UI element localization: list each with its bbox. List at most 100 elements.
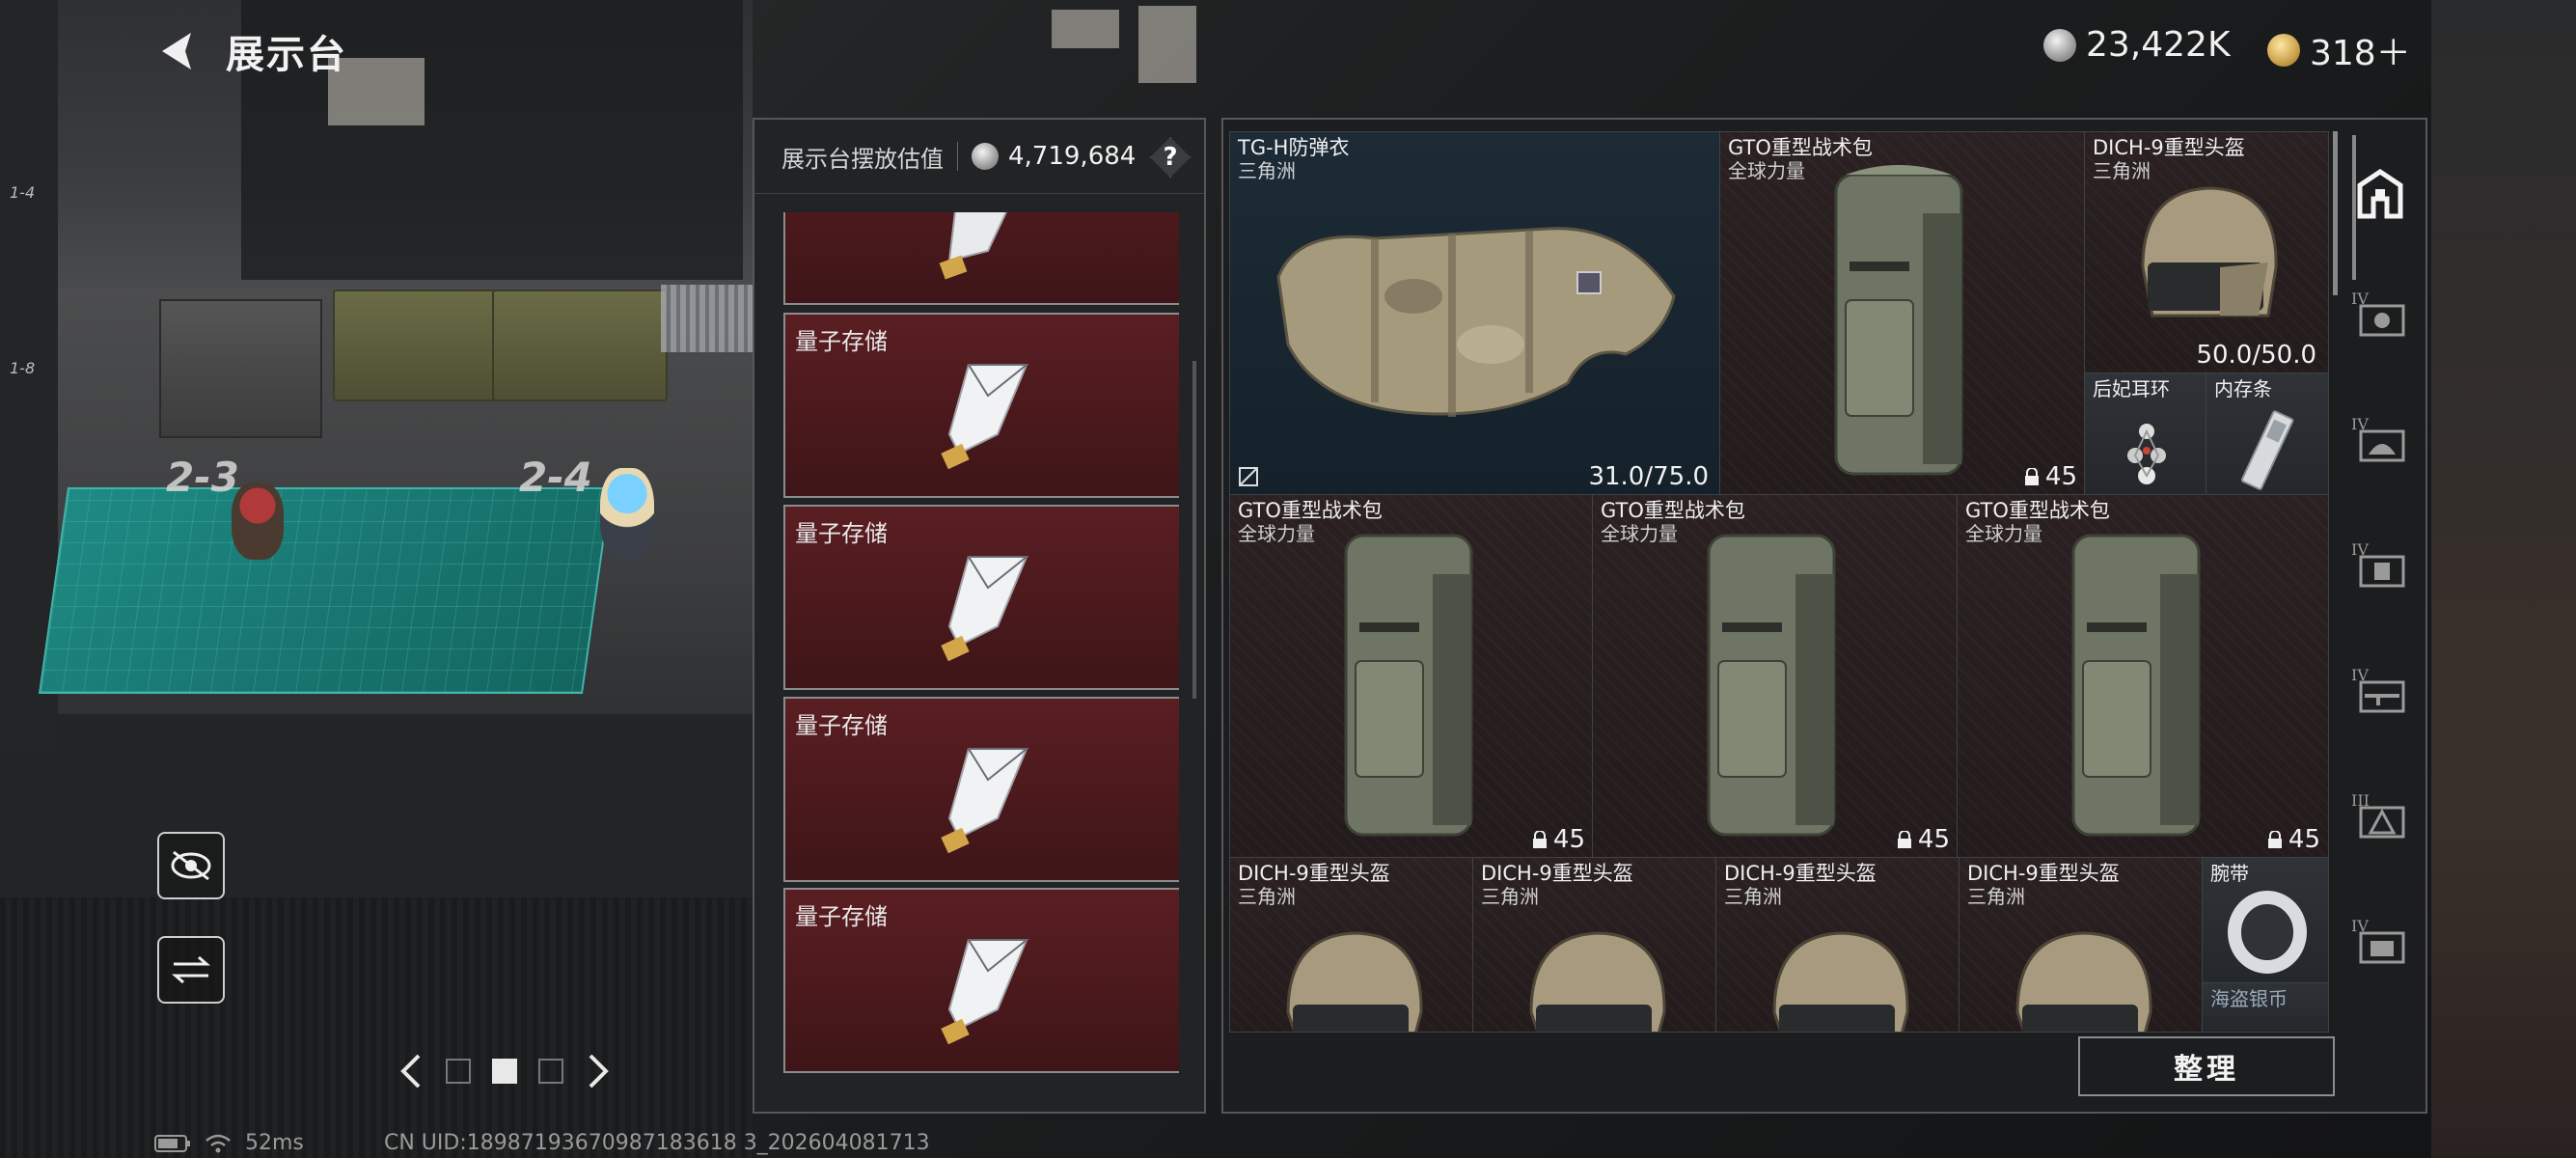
tier-weapon-icon: IV (2351, 666, 2405, 713)
item-name: 量子存储 (795, 328, 888, 355)
wristband-icon (2228, 891, 2307, 974)
item-source: 三角洲 (1238, 885, 1296, 908)
figurine[interactable] (600, 468, 654, 560)
swap-arrows-icon (172, 955, 210, 984)
durability-text: 31.0/75.0 (1588, 462, 1709, 491)
inventory-item-wristband[interactable]: 腕带 (2202, 857, 2329, 984)
earring-icon (2127, 424, 2166, 484)
inventory-item-helmet[interactable]: DICH-9重型头盔 三角洲 (1715, 857, 1960, 1033)
quantum-storage-icon (941, 939, 1029, 1045)
rail-tier-item[interactable]: IV (2344, 405, 2416, 477)
figurine[interactable] (232, 482, 284, 560)
gold-amount[interactable]: 318＋ (2310, 25, 2411, 75)
inventory-scrollbar[interactable] (2333, 131, 2338, 295)
help-button[interactable]: ? (1150, 137, 1191, 178)
inventory-panel: TG-H防弹衣 三角洲 31.0/75.0 GTO重型战术包 全球力量 45 D… (1221, 118, 2427, 1114)
list-item[interactable]: 量子存储 (783, 313, 1179, 498)
backpack-icon (1707, 534, 1836, 837)
quantum-storage-icon (941, 556, 1029, 662)
item-name: 海盗银币 (2210, 987, 2288, 1010)
rail-scrollbar[interactable] (2352, 135, 2356, 280)
scene-right-backdrop (2431, 0, 2576, 1158)
prev-page-icon[interactable] (396, 1052, 425, 1090)
inventory-item-memory[interactable]: 内存条 (2206, 372, 2329, 496)
next-page-icon[interactable] (585, 1052, 614, 1090)
shelf-label: 1-4 (10, 183, 36, 202)
backpack-icon (1344, 534, 1473, 837)
eye-icon (171, 850, 211, 881)
tier-helmet-icon: IV (2351, 415, 2405, 462)
ammo-crate (492, 290, 668, 401)
list-item[interactable]: 量子存储 (783, 888, 1179, 1073)
page-indicator (396, 1052, 614, 1090)
helmet-icon (1772, 931, 1909, 1032)
gold-coin-icon (2267, 34, 2300, 67)
page-title: 展示台 (226, 33, 347, 77)
page-dot[interactable] (446, 1059, 471, 1084)
swap-button[interactable] (157, 936, 225, 1004)
drawer-cabinet (159, 299, 322, 438)
quantum-storage-icon (941, 748, 1029, 854)
uid-text: CN UID:18987193670987183618 3_2026040817… (384, 1131, 930, 1155)
capacity-icon (1532, 831, 1547, 848)
slot-label: 2-4 (519, 454, 592, 501)
inventory-item-backpack[interactable]: GTO重型战术包 全球力量 45 (1719, 131, 2086, 496)
item-source: 三角洲 (1481, 885, 1539, 908)
capacity-icon (2267, 831, 2282, 848)
scrollbar[interactable] (1192, 361, 1196, 699)
durability-text: 50.0/50.0 (2196, 341, 2316, 370)
inventory-item-earring[interactable]: 后妃耳环 (2084, 372, 2207, 496)
rail-tier-item[interactable]: IV (2344, 907, 2416, 979)
rail-tier-item[interactable]: IV (2344, 656, 2416, 728)
estimate-value: 4,719,684 (1008, 142, 1137, 171)
battery-icon (154, 1134, 190, 1152)
status-bar: 52ms (154, 1131, 304, 1155)
rail-tier-item[interactable]: III (2344, 782, 2416, 853)
pegboard (661, 285, 753, 352)
inventory-item-backpack[interactable]: GTO重型战术包 全球力量 45 (1229, 494, 1594, 859)
gold-currency[interactable]: 318＋ (2267, 25, 2411, 75)
capacity-badge: 45 (2267, 825, 2320, 854)
rail-tier-item[interactable]: IV (2344, 280, 2416, 351)
helmet-icon (1529, 931, 1666, 1032)
item-source: 全球力量 (1601, 522, 1678, 545)
inventory-item-helmet[interactable]: DICH-9重型头盔 三角洲 (1959, 857, 2204, 1033)
view-toggle-button[interactable] (157, 832, 225, 899)
page-dot[interactable] (538, 1059, 563, 1084)
divider (957, 142, 958, 171)
item-name: DICH-9重型头盔 (1967, 862, 2120, 885)
inventory-item-backpack[interactable]: GTO重型战术包 全球力量 45 (1957, 494, 2329, 859)
capacity-badge: 45 (1897, 825, 1950, 854)
backpack-icon (1834, 165, 1963, 476)
page-dot-active[interactable] (492, 1059, 517, 1084)
estimate-header: 展示台摆放估值 4,719,684 ? (754, 120, 1204, 194)
helmet-icon (1286, 931, 1423, 1032)
inventory-item-helmet[interactable]: DICH-9重型头盔 三角洲 50.0/50.0 (2084, 131, 2329, 374)
estimate-label: 展示台摆放估值 (781, 145, 944, 173)
capacity-badge: 45 (2024, 462, 2077, 491)
list-item[interactable] (783, 212, 1179, 305)
display-mat (38, 487, 613, 694)
item-source: 全球力量 (1965, 522, 2042, 545)
item-name: 量子存储 (795, 520, 888, 547)
tier-armor-icon: IV (2351, 290, 2405, 337)
tier-bag-icon: IV (2351, 540, 2405, 588)
item-source: 全球力量 (1238, 522, 1315, 545)
inventory-item-helmet[interactable]: DICH-9重型头盔 三角洲 (1472, 857, 1717, 1033)
list-item[interactable]: 量子存储 (783, 697, 1179, 882)
inventory-item-helmet[interactable]: DICH-9重型头盔 三角洲 (1229, 857, 1474, 1033)
slot-label: 2-3 (166, 454, 239, 501)
back-arrow-icon[interactable] (152, 27, 201, 75)
silver-amount: 23,422K (2086, 25, 2231, 65)
inventory-item-backpack[interactable]: GTO重型战术包 全球力量 45 (1592, 494, 1959, 859)
capacity-icon (2024, 468, 2039, 485)
sort-button[interactable]: 整理 (2078, 1036, 2335, 1096)
inventory-item-vest[interactable]: TG-H防弹衣 三角洲 31.0/75.0 (1229, 131, 1721, 496)
display-stand-icon (2357, 168, 2403, 219)
inventory-item-coin[interactable]: 海盗银币 (2202, 982, 2329, 1033)
list-item[interactable]: 量子存储 (783, 505, 1179, 690)
item-name: 内存条 (2214, 377, 2272, 400)
rail-tier-item[interactable]: IV (2344, 531, 2416, 602)
item-name: TG-H防弹衣 (1238, 136, 1350, 159)
capacity-badge: 45 (1532, 825, 1585, 854)
